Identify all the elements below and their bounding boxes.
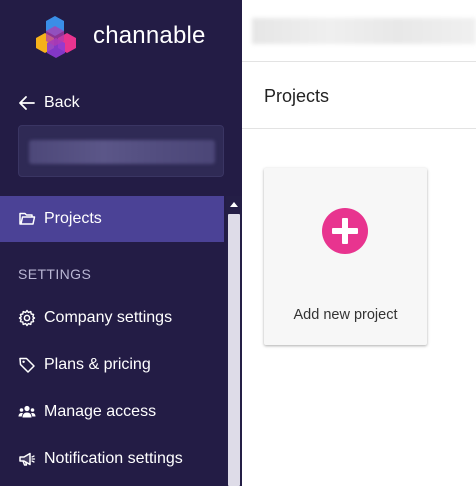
folder-icon: [19, 212, 36, 225]
scroll-up-arrow-icon[interactable]: [230, 202, 238, 207]
sidebar-scrollbar[interactable]: [226, 196, 242, 486]
sidebar-item-manage-access[interactable]: Manage access: [0, 389, 224, 435]
gear-icon: [18, 309, 36, 327]
top-bar: [242, 0, 476, 62]
channable-logo[interactable]: channable: [34, 14, 206, 58]
page-header: Projects: [242, 63, 476, 129]
add-new-project-label: Add new project: [293, 307, 398, 323]
megaphone-icon: [19, 452, 36, 466]
account-name-redacted: [29, 140, 215, 164]
add-new-project-card[interactable]: Add new project: [264, 168, 427, 345]
settings-heading: SETTINGS: [18, 266, 92, 282]
scrollbar-thumb[interactable]: [228, 214, 240, 486]
arrow-left-icon: [19, 96, 35, 110]
back-label: Back: [44, 94, 80, 111]
page-title: Projects: [264, 86, 330, 106]
sidebar-item-projects[interactable]: Projects: [0, 196, 224, 242]
sidebar-item-notification-settings[interactable]: Notification settings: [0, 436, 224, 482]
sidebar-item-label: Plans & pricing: [44, 356, 151, 373]
channable-logo-icon: [36, 16, 76, 58]
back-link[interactable]: Back: [18, 94, 80, 112]
account-selector[interactable]: [18, 125, 224, 177]
sidebar-item-label: Company settings: [44, 309, 173, 326]
sidebar: channable Back Projects SETTINGS Company…: [0, 0, 242, 486]
sidebar-item-label: Notification settings: [44, 450, 183, 467]
sidebar-item-company-settings[interactable]: Company settings: [0, 295, 224, 341]
brand-name: channable: [93, 22, 206, 49]
main-content: Projects Add new project: [242, 0, 476, 486]
sidebar-item-plans-pricing[interactable]: Plans & pricing: [0, 342, 224, 388]
sidebar-item-label: Manage access: [44, 403, 157, 420]
users-icon: [18, 405, 36, 418]
plus-circle-icon: [322, 208, 368, 254]
tag-icon: [19, 357, 35, 373]
top-bar-redacted: [252, 18, 476, 44]
sidebar-item-label: Projects: [44, 210, 102, 227]
